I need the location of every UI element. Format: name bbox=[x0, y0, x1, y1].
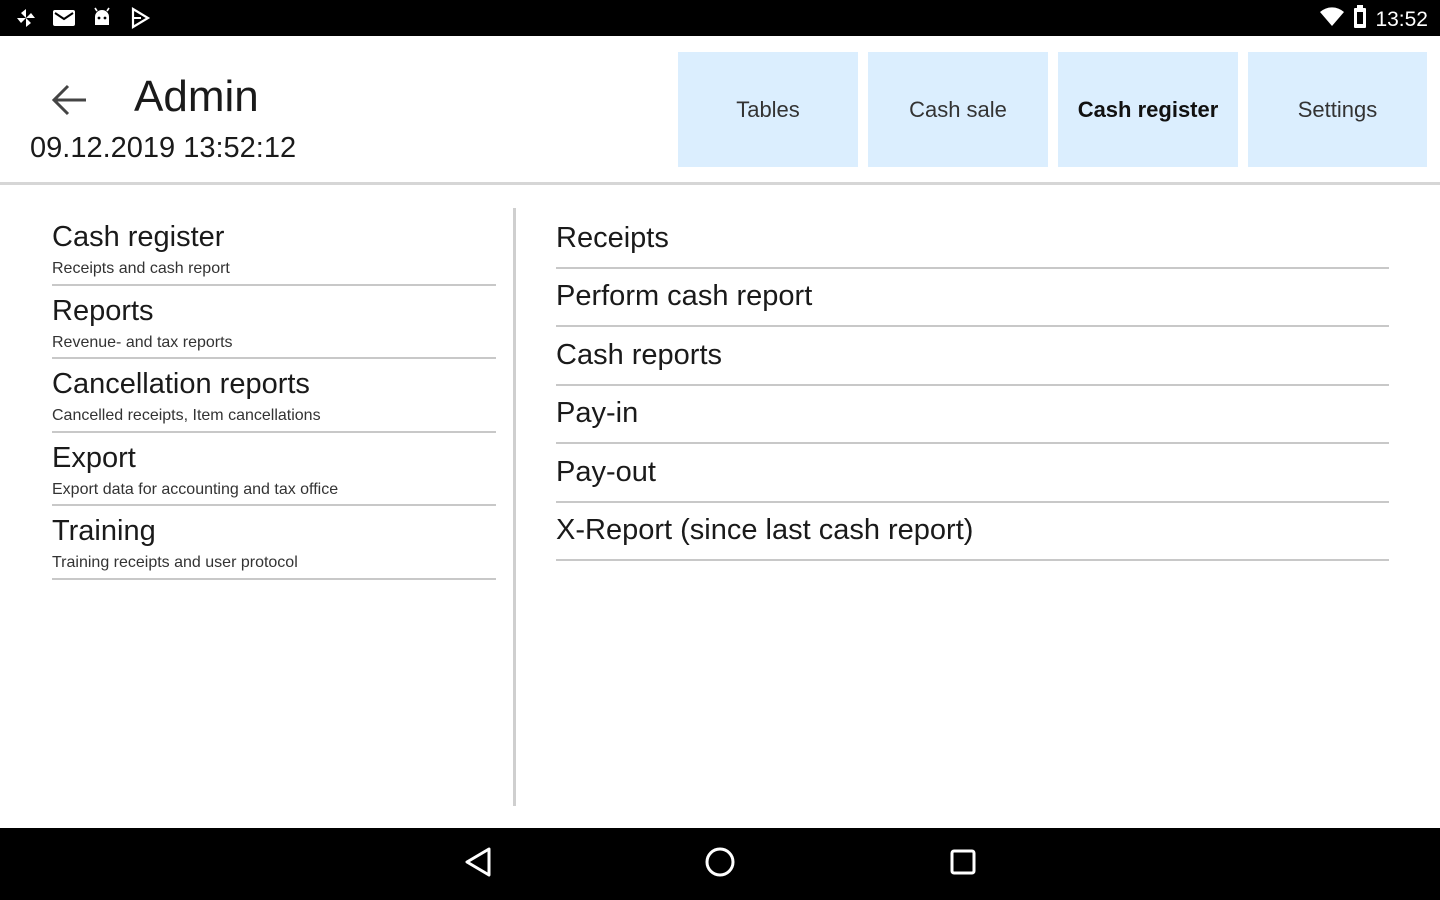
wifi-icon bbox=[1319, 6, 1345, 33]
status-time: 13:52 bbox=[1375, 7, 1428, 31]
nav-item-reports[interactable]: Reports Revenue- and tax reports bbox=[52, 286, 496, 359]
action-perform-cash-report[interactable]: Perform cash report bbox=[556, 269, 1389, 327]
nav-item-subtitle: Receipts and cash report bbox=[52, 260, 230, 277]
nav-item-title: Training bbox=[52, 515, 156, 547]
current-datetime: 09.12.2019 13:52:12 bbox=[30, 132, 297, 164]
system-recents-button[interactable] bbox=[945, 846, 981, 882]
page-title: Admin bbox=[134, 72, 259, 121]
app-header: Admin 09.12.2019 13:52:12 Tables Cash sa… bbox=[0, 36, 1440, 184]
nav-item-title: Reports bbox=[52, 294, 154, 327]
back-triangle-icon bbox=[463, 846, 493, 883]
nav-item-training[interactable]: Training Training receipts and user prot… bbox=[52, 506, 496, 580]
tab-settings[interactable]: Settings bbox=[1248, 52, 1427, 167]
action-list: Receipts Perform cash report Cash report… bbox=[556, 210, 1389, 561]
action-cash-reports[interactable]: Cash reports bbox=[556, 327, 1389, 386]
back-button[interactable] bbox=[42, 74, 98, 130]
tab-cash-sale[interactable]: Cash sale bbox=[868, 52, 1048, 167]
nav-item-subtitle: Cancelled receipts, Item cancellations bbox=[52, 407, 321, 424]
system-status: 13:52 bbox=[1319, 5, 1428, 34]
battery-icon bbox=[1353, 5, 1367, 34]
nav-item-subtitle: Revenue- and tax reports bbox=[52, 333, 233, 351]
pinwheel-icon bbox=[14, 6, 38, 30]
action-receipts[interactable]: Receipts bbox=[556, 210, 1389, 269]
nav-item-cash-register[interactable]: Cash register Receipts and cash report bbox=[52, 212, 496, 286]
system-nav-bar bbox=[0, 828, 1440, 900]
action-pay-out[interactable]: Pay-out bbox=[556, 444, 1389, 503]
tab-cash-register[interactable]: Cash register bbox=[1058, 52, 1238, 167]
nav-item-title: Cash register bbox=[52, 221, 225, 253]
status-bar: 13:52 bbox=[0, 0, 1440, 36]
nav-item-title: Cancellation reports bbox=[52, 368, 310, 400]
android-icon bbox=[90, 6, 114, 30]
main-tabs: Tables Cash sale Cash register Settings bbox=[678, 52, 1427, 167]
action-x-report[interactable]: X-Report (since last cash report) bbox=[556, 503, 1389, 561]
left-nav: Cash register Receipts and cash report R… bbox=[52, 212, 496, 580]
nav-item-export[interactable]: Export Export data for accounting and ta… bbox=[52, 433, 496, 506]
system-back-button[interactable] bbox=[460, 846, 496, 882]
header-divider bbox=[0, 182, 1440, 185]
recents-square-icon bbox=[948, 847, 978, 882]
nav-item-subtitle: Training receipts and user protocol bbox=[52, 554, 298, 571]
nav-item-title: Export bbox=[52, 441, 136, 474]
mail-icon bbox=[52, 6, 76, 30]
action-pay-in[interactable]: Pay-in bbox=[556, 386, 1389, 444]
system-home-button[interactable] bbox=[702, 846, 738, 882]
nav-item-cancellation-reports[interactable]: Cancellation reports Cancelled receipts,… bbox=[52, 359, 496, 433]
play-store-icon bbox=[128, 6, 152, 30]
pane-divider bbox=[513, 208, 516, 806]
home-circle-icon bbox=[704, 846, 736, 883]
tab-tables[interactable]: Tables bbox=[678, 52, 858, 167]
notification-icons bbox=[14, 6, 152, 30]
nav-item-subtitle: Export data for accounting and tax offic… bbox=[52, 480, 339, 498]
arrow-left-icon bbox=[50, 84, 90, 121]
